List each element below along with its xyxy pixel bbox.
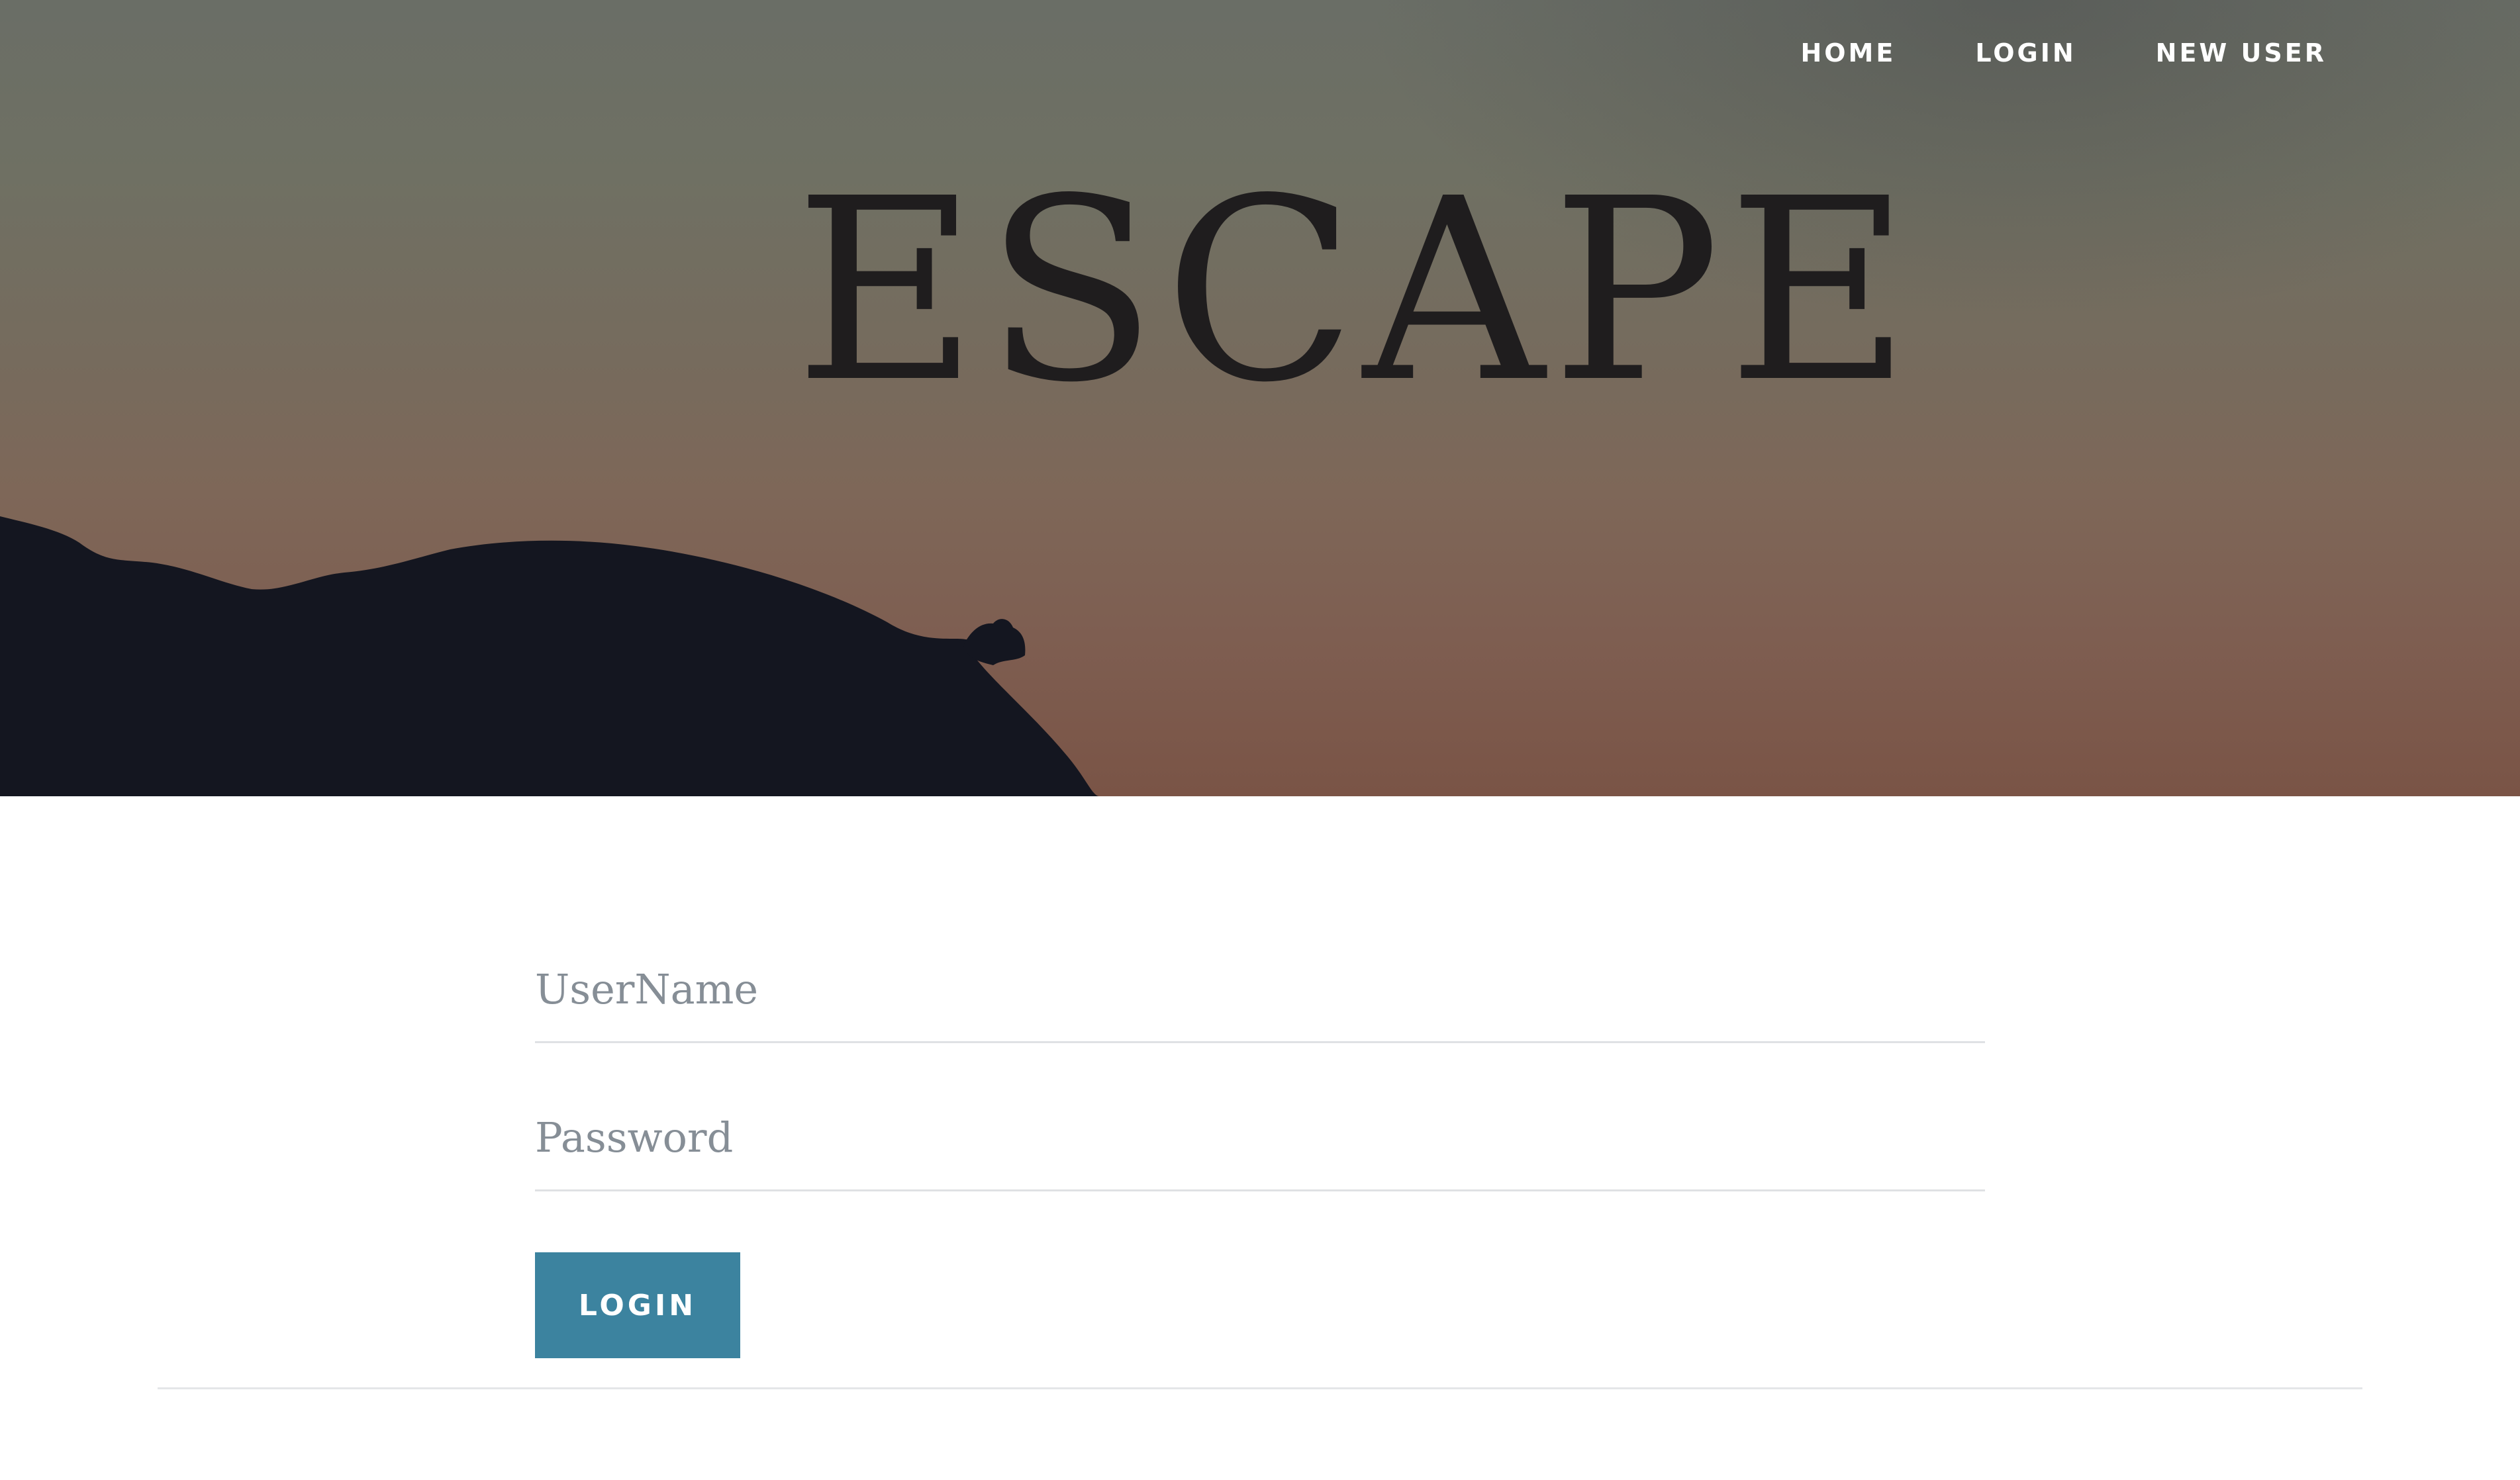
password-input[interactable]	[535, 1113, 1985, 1162]
password-field	[535, 1075, 1985, 1191]
username-field	[535, 927, 1985, 1043]
site-title: ESCAPE	[795, 144, 1917, 438]
nav-home-link[interactable]: HOME	[1800, 38, 1896, 68]
top-nav: HOME LOGIN NEW USER	[1800, 38, 2327, 68]
nav-login-link[interactable]: LOGIN	[1975, 38, 2076, 68]
footer-divider	[158, 1387, 2362, 1389]
hero-header: HOME LOGIN NEW USER ESCAPE	[0, 0, 2520, 796]
login-page: HOME LOGIN NEW USER ESCAPE LOGIN	[0, 0, 2520, 1480]
nav-new-user-link[interactable]: NEW USER	[2156, 38, 2327, 68]
username-input[interactable]	[535, 965, 1985, 1013]
login-form: LOGIN	[535, 927, 1985, 1358]
login-button[interactable]: LOGIN	[535, 1252, 740, 1358]
